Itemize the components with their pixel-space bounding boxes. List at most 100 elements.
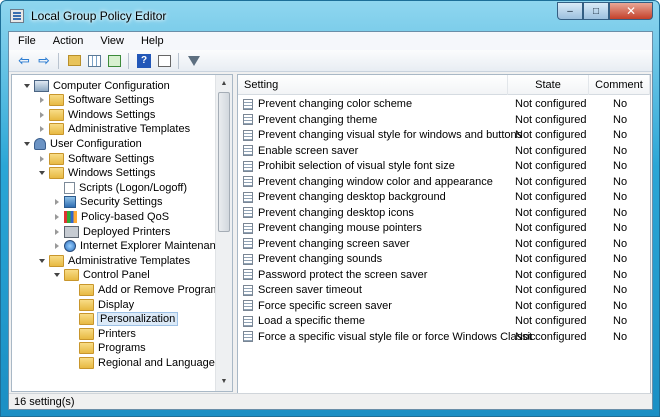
tree-item[interactable]: Security Settings: [52, 195, 163, 210]
setting-cell: Prevent changing sounds: [243, 253, 382, 265]
tree-item[interactable]: Deployed Printers: [52, 224, 170, 239]
forward-button[interactable]: ⇨: [35, 52, 53, 70]
collapsed-arrow-icon[interactable]: [37, 125, 46, 134]
collapsed-arrow-icon[interactable]: [37, 110, 46, 119]
expanded-arrow-icon[interactable]: [37, 169, 46, 178]
tree-item-label: Administrative Templates: [68, 254, 191, 267]
expanded-arrow-icon[interactable]: [52, 271, 61, 280]
table-row[interactable]: Force specific screen saver Not configure…: [238, 299, 650, 315]
column-header-setting[interactable]: Setting: [238, 75, 508, 95]
menu-file[interactable]: File: [9, 32, 44, 50]
comment-cell: No: [613, 315, 628, 327]
tree-vertical-scrollbar[interactable]: ▲ ▼: [215, 75, 232, 391]
comment-cell: No: [613, 237, 628, 250]
table-row[interactable]: Prevent changing theme Not configured No: [238, 113, 650, 129]
collapsed-arrow-icon[interactable]: [52, 242, 61, 251]
expanded-arrow-icon[interactable]: [22, 139, 31, 148]
table-row[interactable]: Prevent changing screen saver Not configu…: [238, 237, 650, 253]
menu-help[interactable]: Help: [132, 32, 172, 50]
tree-item-label: Software Settings: [68, 152, 155, 165]
tree-item[interactable]: Windows Settings: [37, 107, 155, 122]
table-row[interactable]: Prohibit selection of visual style font …: [238, 159, 650, 175]
menu-action[interactable]: Action: [44, 32, 92, 50]
tree-item[interactable]: User Configuration: [22, 136, 142, 151]
show-hide-tree-button[interactable]: [85, 52, 103, 70]
collapsed-arrow-icon[interactable]: [52, 212, 61, 221]
up-one-level-button[interactable]: [65, 52, 83, 70]
comment-cell: No: [613, 299, 628, 312]
table-row[interactable]: Password protect the screen saver Not con…: [238, 268, 650, 284]
maximize-button[interactable]: □: [583, 2, 609, 20]
tree-item[interactable]: Scripts (Logon/Logoff): [52, 180, 187, 195]
tree-item-label: Deployed Printers: [83, 225, 171, 238]
tree-item[interactable]: Internet Explorer Maintenance: [52, 239, 227, 254]
folder-icon: [49, 167, 64, 180]
tree-item[interactable]: Administrative Templates: [37, 253, 190, 268]
app-window: Local Group Policy Editor – □ ✕ File Act…: [0, 0, 660, 417]
tree-item[interactable]: Administrative Templates: [37, 122, 190, 137]
scroll-thumb[interactable]: [218, 92, 230, 232]
expanded-arrow-icon[interactable]: [22, 81, 31, 90]
table-row[interactable]: Prevent changing desktop icons Not config…: [238, 206, 650, 222]
setting-name: Screen saver timeout: [258, 284, 362, 296]
column-header-comment[interactable]: Comment: [589, 75, 650, 95]
tree-item[interactable]: Add or Remove Programs: [67, 282, 225, 297]
collapsed-arrow-icon[interactable]: [52, 198, 61, 207]
tree-item[interactable]: Software Settings: [37, 93, 154, 108]
policy-setting-icon: [243, 300, 253, 311]
comment-cell: No: [613, 144, 628, 157]
table-row[interactable]: Prevent changing color scheme Not configu…: [238, 97, 650, 113]
tree-item-label: Software Settings: [68, 94, 155, 107]
tree-item-label: Computer Configuration: [53, 79, 170, 92]
tree-item-label: Add or Remove Programs: [98, 283, 226, 296]
folder-icon: [79, 283, 94, 296]
close-button[interactable]: ✕: [609, 2, 653, 20]
table-row[interactable]: Prevent changing sounds Not configured No: [238, 252, 650, 268]
minimize-button[interactable]: –: [557, 2, 583, 20]
title-bar[interactable]: Local Group Policy Editor – □ ✕: [1, 1, 659, 31]
policy-setting-icon: [243, 284, 253, 296]
filter-button[interactable]: [185, 52, 203, 70]
toolbar: ⇦ ⇨ ?: [9, 50, 652, 72]
security-icon: [64, 196, 76, 209]
back-button[interactable]: ⇦: [15, 52, 33, 70]
tree-item[interactable]: Policy-based QoS: [52, 209, 169, 224]
table-row[interactable]: Prevent changing visual style for window…: [238, 128, 650, 144]
tree-item[interactable]: Regional and Language Op: [67, 355, 232, 370]
menu-view[interactable]: View: [91, 32, 132, 50]
state-cell: Not configured: [515, 268, 587, 281]
setting-cell: Screen saver timeout: [243, 284, 362, 296]
folder-icon: [79, 356, 94, 369]
tree-item[interactable]: Display: [67, 297, 134, 312]
script-icon: [64, 181, 75, 194]
table-row[interactable]: Screen saver timeout Not configured No: [238, 283, 650, 299]
tree-item[interactable]: Windows Settings: [37, 166, 155, 181]
state-cell: Not configured: [515, 222, 587, 234]
table-row[interactable]: Load a specific theme Not configured No: [238, 314, 650, 330]
help-button[interactable]: ?: [135, 52, 153, 70]
column-header-state[interactable]: State: [508, 75, 589, 95]
export-list-button[interactable]: [105, 52, 123, 70]
collapsed-arrow-icon[interactable]: [52, 227, 61, 236]
setting-cell: Prohibit selection of visual style font …: [243, 160, 455, 172]
table-row[interactable]: Force a specific visual style file or fo…: [238, 330, 650, 346]
navigation-tree[interactable]: Regional and Language Op Programs Printers…: [11, 74, 233, 392]
tree-item[interactable]: Printers: [67, 326, 136, 341]
tree-item[interactable]: Personalization: [67, 312, 179, 327]
table-row[interactable]: Prevent changing window color and appear…: [238, 175, 650, 191]
policy-setting-icon: [243, 222, 253, 234]
state-cell: Not configured: [515, 330, 587, 343]
scroll-down-arrow-icon[interactable]: ▼: [216, 373, 232, 389]
table-row[interactable]: Enable screen saver Not configured No: [238, 144, 650, 160]
table-row[interactable]: Prevent changing mouse pointers Not confi…: [238, 221, 650, 237]
collapsed-arrow-icon[interactable]: [37, 96, 46, 105]
properties-button[interactable]: [155, 52, 173, 70]
expanded-arrow-icon[interactable]: [37, 256, 46, 265]
scroll-up-arrow-icon[interactable]: ▲: [216, 75, 232, 91]
table-row[interactable]: Prevent changing desktop background Not c…: [238, 190, 650, 206]
tree-item[interactable]: Control Panel: [52, 268, 150, 283]
collapsed-arrow-icon[interactable]: [37, 154, 46, 163]
tree-item[interactable]: Programs: [67, 341, 146, 356]
tree-item[interactable]: Software Settings: [37, 151, 154, 166]
tree-item[interactable]: Computer Configuration: [22, 78, 170, 93]
